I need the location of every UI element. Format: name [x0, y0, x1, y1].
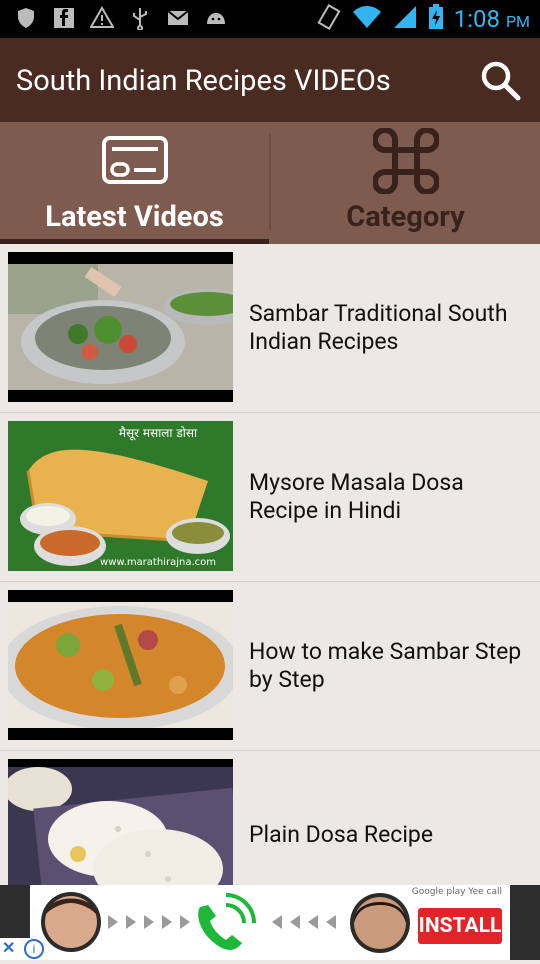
list-item[interactable]: Sambar Traditional South Indian Recipes [0, 244, 540, 413]
mail-icon [166, 6, 190, 30]
status-bar: 1:08 PM [0, 0, 540, 38]
thumb-caption: मैसूर मसाला डोसा [119, 426, 198, 441]
tab-bar: Latest Videos Category [0, 122, 540, 244]
usb-icon [128, 6, 152, 31]
video-thumbnail [8, 759, 233, 885]
thumb-watermark: www.marathirajna.com [100, 557, 216, 568]
ad-content[interactable]: Google play Yee call INSTALL [30, 885, 510, 960]
search-icon [481, 61, 521, 101]
video-thumbnail [8, 252, 233, 402]
app-title: South Indian Recipes VIDEOs [16, 64, 391, 98]
ad-info-icon[interactable]: i [24, 939, 44, 959]
tab-latest-videos[interactable]: Latest Videos [0, 122, 269, 244]
video-list: Sambar Traditional South Indian Recipes … [0, 244, 540, 885]
clock-ampm: PM [505, 12, 530, 31]
warning-icon [89, 6, 115, 30]
video-thumbnail: मैसूर मसाला डोसा www.marathirajna.com [8, 421, 233, 571]
clock: 1:08 PM [454, 5, 530, 33]
ad-banner[interactable]: Google play Yee call INSTALL ✕ i [0, 885, 540, 960]
video-title: Mysore Masala Dosa Recipe in Hindi [249, 469, 464, 524]
list-item[interactable]: How to make Sambar Step by Step [0, 582, 540, 751]
vibrate-icon [316, 3, 342, 34]
tab-category[interactable]: Category [271, 122, 540, 244]
video-title: How to make Sambar Step by Step [249, 638, 522, 693]
battery-charging-icon [428, 4, 444, 34]
wifi-icon [352, 4, 382, 34]
app-bar: South Indian Recipes VIDEOs [0, 38, 540, 122]
install-button[interactable]: INSTALL [418, 908, 502, 944]
phone-call-icon [198, 893, 256, 950]
list-item[interactable]: मैसूर मसाला डोसा www.marathirajna.com My… [0, 413, 540, 582]
list-item[interactable]: Plain Dosa Recipe [0, 751, 540, 885]
android-icon [204, 6, 228, 30]
tab-category-label: Category [346, 200, 465, 234]
clock-time: 1:08 [453, 5, 500, 33]
shield-icon [14, 6, 38, 30]
facebook-icon [52, 6, 76, 30]
tab-latest-videos-label: Latest Videos [45, 200, 224, 234]
ad-controls: ✕ i [0, 938, 46, 960]
search-button[interactable] [476, 56, 524, 104]
video-card-icon [101, 136, 168, 188]
video-title: Plain Dosa Recipe [249, 821, 434, 848]
command-icon [371, 127, 440, 198]
close-icon[interactable]: ✕ [2, 938, 15, 957]
signal-icon [392, 4, 418, 34]
ad-store-badges: Google play Yee call [411, 887, 502, 897]
video-thumbnail [8, 590, 233, 740]
video-title: Sambar Traditional South Indian Recipes [249, 300, 508, 355]
